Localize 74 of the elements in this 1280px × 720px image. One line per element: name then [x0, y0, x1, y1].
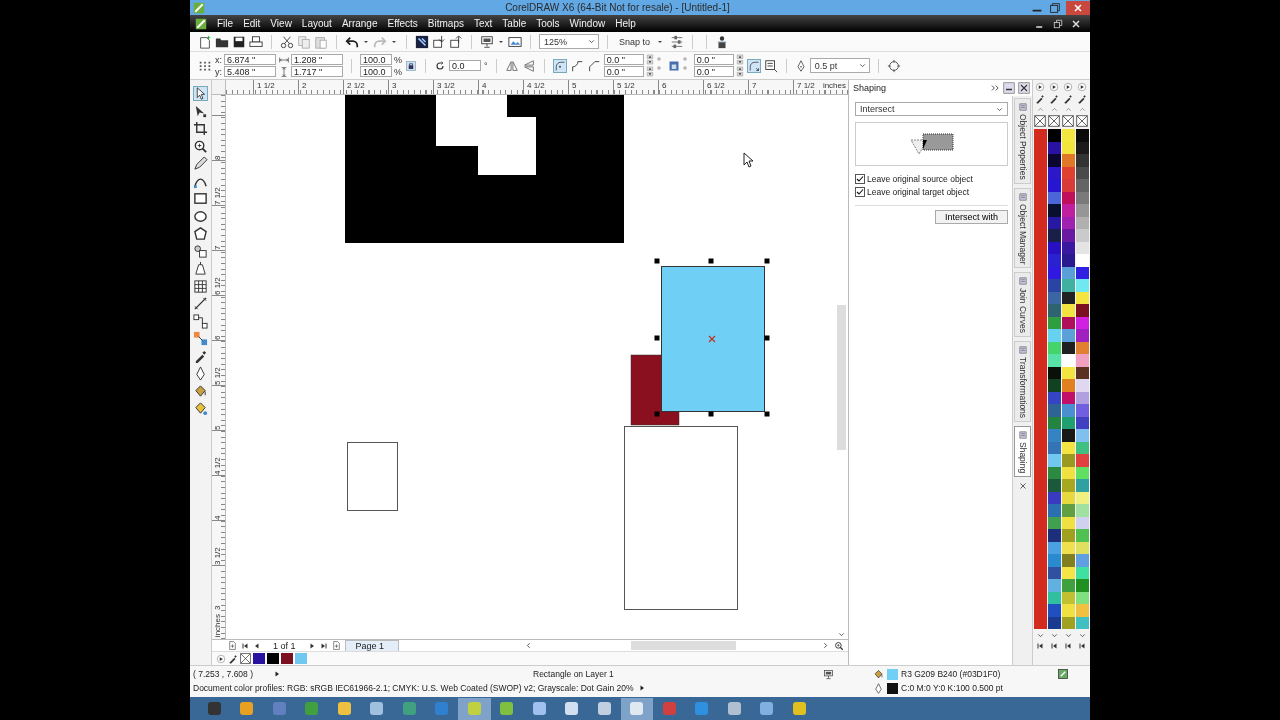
operation-dropdown[interactable]: Intersect [855, 102, 1009, 116]
outline-info: C:0 M:0 Y:0 K:100 0.500 pt [901, 683, 1003, 693]
menu-item[interactable]: File [212, 18, 239, 29]
ruler-label: 6 1/2 [707, 81, 725, 90]
degree-label: ° [484, 60, 488, 71]
ruler-label: 7 1/2 [213, 186, 222, 205]
ruler-label: 5 1/2 [213, 366, 222, 385]
docker-tab[interactable]: Object Manager [1014, 187, 1032, 269]
docker-tab[interactable]: Shaping [1014, 426, 1032, 478]
window-title: CorelDRAW X6 (64-Bit Not for resale) - [Untitled-1] [505, 2, 730, 13]
height-field[interactable]: 1.717 " [291, 66, 343, 77]
fill-info: R3 G209 B240 (#03D1F0) [901, 669, 1001, 679]
ruler-label: 6 [662, 81, 667, 90]
menu-item[interactable]: Window [564, 18, 611, 29]
ruler-unit-label: inches [213, 613, 222, 637]
ruler-label: 1 1/2 [257, 81, 275, 90]
x-label: x: [215, 54, 222, 65]
docker-tab[interactable]: Join Curves [1014, 272, 1032, 338]
ruler-unit-label: inches [822, 81, 846, 90]
menu-item[interactable]: Layout [296, 18, 337, 29]
ruler-label: 2 1/2 [347, 81, 365, 90]
menu-item[interactable]: Tools [531, 18, 565, 29]
ruler-label: 6 1/2 [213, 276, 222, 295]
ruler-label: 7 [752, 81, 757, 90]
ruler-label: 4 1/2 [213, 456, 222, 475]
menu-item[interactable]: Arrange [336, 18, 383, 29]
menu-item[interactable]: Edit [238, 18, 266, 29]
selection-info: Rectangle on Layer 1 [533, 669, 615, 679]
ruler-label: 6 [213, 334, 222, 340]
menu-item[interactable]: Table [497, 18, 532, 29]
x-position-field[interactable]: 6.874 " [224, 54, 276, 65]
menu-item[interactable]: View [265, 18, 297, 29]
rotation-field[interactable]: 0.0 [449, 60, 482, 71]
docker-title: Shaping [853, 83, 888, 93]
ruler-label: 4 [213, 514, 222, 520]
y-position-field[interactable]: 5.408 " [224, 66, 276, 77]
width-field[interactable]: 1.208 " [291, 54, 343, 65]
ruler-label: 3 [392, 81, 397, 90]
color-profiles: Document color profiles: RGB: sRGB IEC61966-2.1; CMYK: U.S. Web Coated (SWOP) v2; Grayscale: Dot Gain 20% [193, 683, 634, 693]
corner-radius-field[interactable]: 0.0 " [603, 54, 644, 65]
y-label: y: [215, 66, 222, 77]
percent-label: % [394, 54, 403, 65]
cursor-coordinates: ( 7.253 , 7.608 ) [193, 669, 253, 679]
zoom-dropdown[interactable]: 125% [539, 34, 599, 49]
ruler-label: 4 1/2 [527, 81, 545, 90]
ruler-label: 7 [213, 244, 222, 250]
page-counter: 1 of 1 [272, 640, 297, 651]
ruler-label: 4 [482, 81, 487, 90]
ruler-label: 3 1/2 [213, 546, 222, 565]
checkbox-label: Leave original source object [867, 174, 973, 184]
outline-width-dropdown[interactable]: 0.5 pt [809, 58, 870, 73]
ruler-label: 2 [302, 81, 307, 90]
scale-field[interactable]: 100.0 [360, 54, 392, 65]
menu-item[interactable]: Help [610, 18, 641, 29]
ruler-label: 8 [213, 154, 222, 160]
docker-tab[interactable]: Transformations [1014, 341, 1032, 423]
scale-field[interactable]: 100.0 [360, 66, 392, 77]
intersect-with-button[interactable]: Intersect with [935, 210, 1009, 224]
menu-item[interactable]: Bitmaps [422, 18, 469, 29]
menu-item[interactable]: Text [469, 18, 498, 29]
ruler-label: 5 [572, 81, 577, 90]
ruler-label: 5 [213, 424, 222, 430]
corner-radius-field[interactable]: 0.0 " [693, 54, 734, 65]
checkbox-label: Leave original target object [867, 187, 970, 197]
snap-to-dropdown[interactable]: Snap to [616, 36, 668, 47]
percent-label: % [394, 66, 403, 77]
menu-item[interactable]: Effects [382, 18, 423, 29]
ruler-label: 5 1/2 [617, 81, 635, 90]
ruler-label: 3 1/2 [437, 81, 455, 90]
corner-radius-field[interactable]: 0.0 " [603, 66, 644, 77]
docker-tab[interactable]: Object Properties [1014, 98, 1032, 184]
ruler-label: 3 [213, 604, 222, 610]
ruler-label: 7 1/2 [797, 81, 815, 90]
corner-radius-field[interactable]: 0.0 " [693, 66, 734, 77]
